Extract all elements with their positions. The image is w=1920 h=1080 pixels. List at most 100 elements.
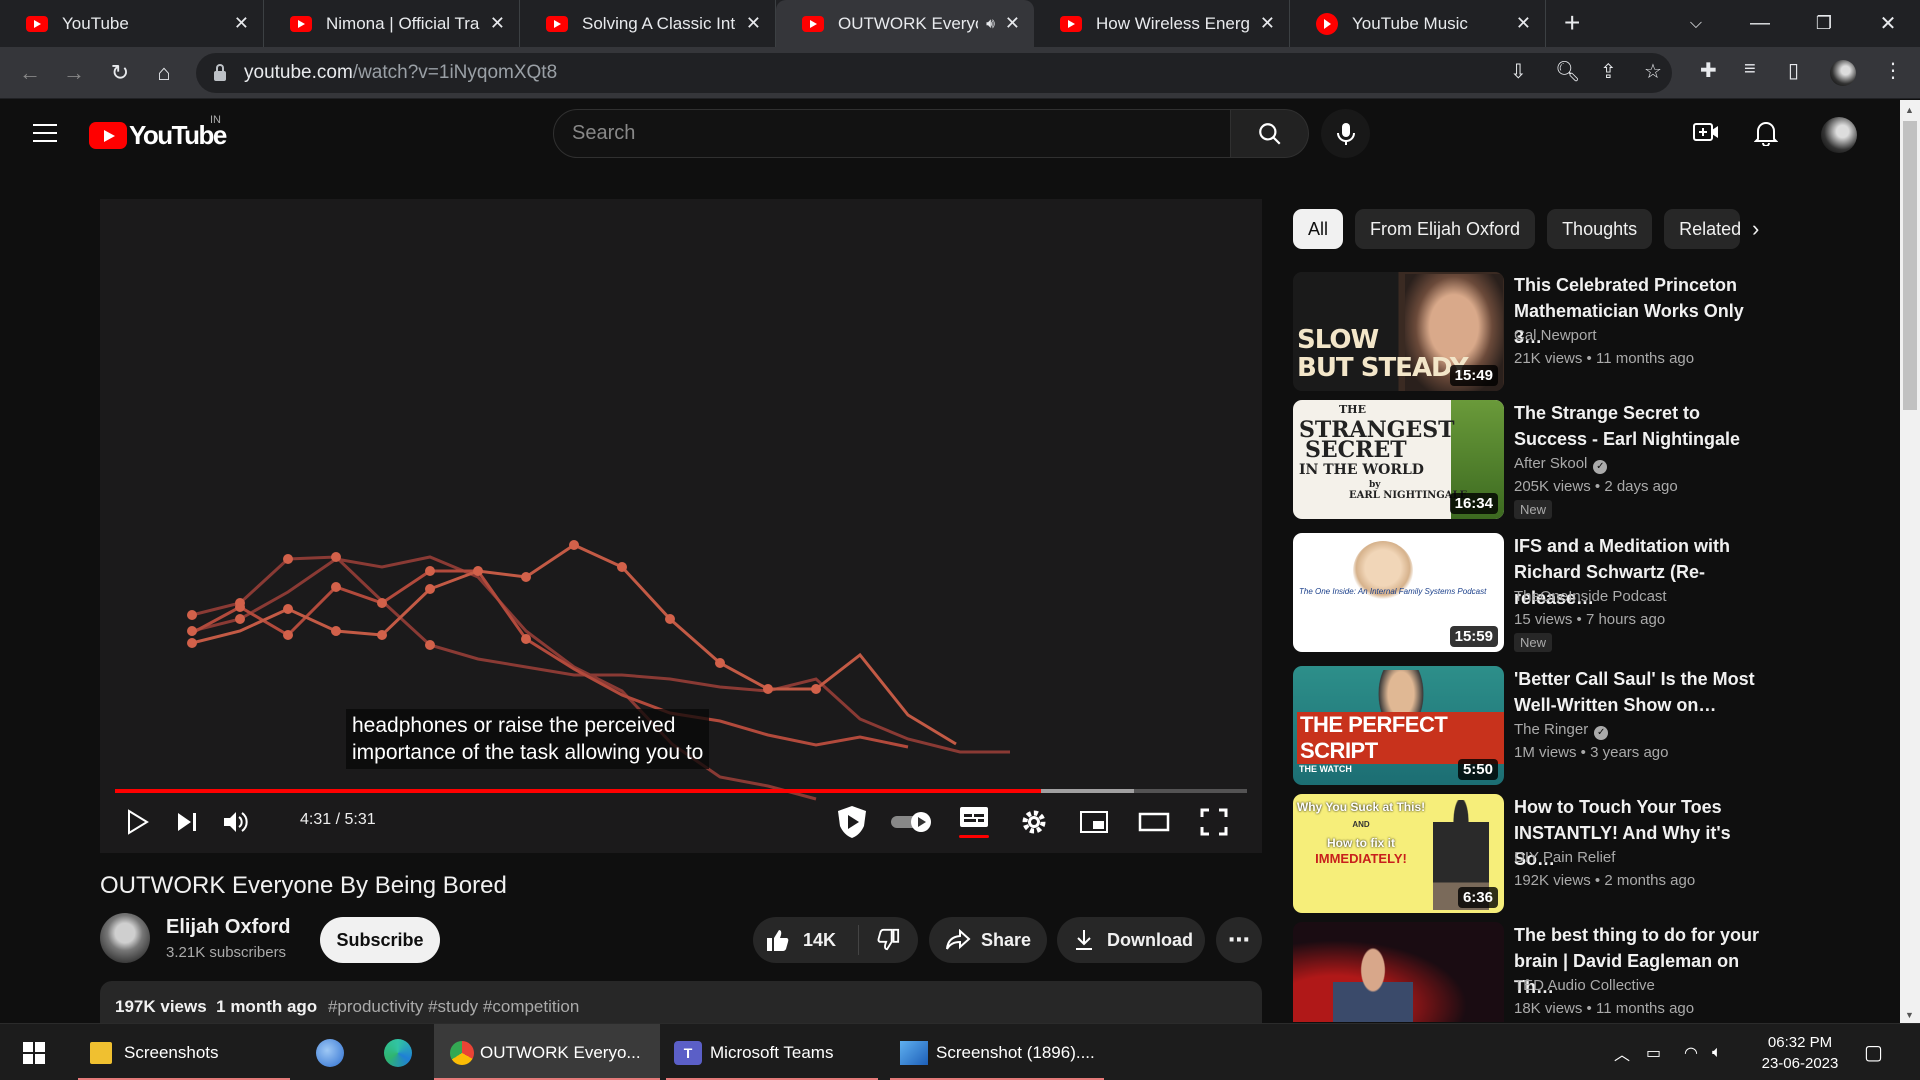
video-thumbnail[interactable]: THE PERFECT SCRIPT THE WATCH 5:50 [1293,666,1504,785]
settings-button[interactable] [1016,805,1052,839]
sponsor-shield-button[interactable] [832,805,872,839]
recommendation-title[interactable]: 'Better Call Saul' Is the Most Well-Writ… [1514,666,1774,718]
reload-icon[interactable]: ↻ [104,57,136,89]
more-actions-button[interactable]: ⋯ [1216,917,1262,963]
restore-button[interactable]: ❐ [1796,0,1852,47]
video-thumbnail[interactable]: The One Inside: An Internal Family Syste… [1293,533,1504,652]
wifi-icon[interactable]: ◠ [1684,1024,1698,1080]
hamburger-menu-icon[interactable] [33,124,57,148]
browser-tab[interactable]: YouTube ✕ [0,0,264,47]
side-panel-icon[interactable]: ▯ [1788,58,1799,83]
share-page-icon[interactable]: ⇪ [1600,59,1617,84]
battery-icon[interactable]: ▭ [1646,1024,1661,1080]
address-bar[interactable]: youtube.com/watch?v=1iNyqomXQt8 [196,53,1672,93]
install-app-icon[interactable]: ⇩ [1510,59,1527,84]
hashtags[interactable]: #productivity #study #competition [328,997,579,1016]
scroll-down-arrow-icon[interactable]: ▼ [1905,1010,1914,1020]
browser-tab[interactable]: How Wireless Energy F ✕ [1034,0,1290,47]
bookmark-star-icon[interactable]: ☆ [1644,59,1662,84]
close-tab-icon[interactable]: ✕ [490,13,505,34]
recommendation-item[interactable]: The best thing to do for your brain | Da… [1293,922,1813,1022]
next-button[interactable] [170,805,204,839]
minimize-button[interactable]: — [1732,0,1788,47]
chevron-right-icon[interactable]: › [1752,216,1759,242]
video-player[interactable]: headphones or raise the perceived import… [100,199,1262,853]
taskbar-app-photos[interactable]: Screenshot (1896).... [890,1024,1104,1080]
forward-arrow-icon[interactable]: → [58,57,90,89]
lock-icon[interactable] [214,64,226,81]
recommendation-channel[interactable]: DIY Pain Relief [1514,849,1615,866]
account-avatar[interactable] [1821,117,1857,153]
voice-search-button[interactable] [1321,109,1370,158]
share-button[interactable]: Share [929,917,1047,963]
browser-tab[interactable]: Solving A Classic Interv ✕ [520,0,776,47]
browser-tab[interactable]: Nimona | Official Traile ✕ [264,0,520,47]
recommendation-item[interactable]: The One Inside: An Internal Family Syste… [1293,533,1813,653]
close-tab-icon[interactable]: ✕ [1260,13,1275,34]
close-tab-icon[interactable]: ✕ [1005,13,1020,34]
download-button[interactable]: Download [1057,917,1205,963]
video-thumbnail[interactable]: THE STRANGEST SECRET IN THE WORLD by EAR… [1293,400,1504,519]
youtube-logo[interactable]: YouTube IN [89,114,227,151]
recommendation-channel[interactable]: Cal Newport [1514,327,1597,344]
recommendation-channel[interactable]: The Ringer ✓ [1514,721,1609,740]
tab-search-chevron-icon[interactable]: ⌵ [1668,0,1724,47]
taskbar-app-screenshots[interactable]: Screenshots [78,1024,290,1080]
recommendation-channel[interactable]: TheOneInside Podcast [1514,588,1667,605]
recommendation-item[interactable]: THE STRANGEST SECRET IN THE WORLD by EAR… [1293,400,1813,520]
scroll-up-arrow-icon[interactable]: ▲ [1905,105,1914,115]
home-icon[interactable]: ⌂ [148,57,180,89]
recommendation-channel[interactable]: TED Audio Collective [1514,977,1655,994]
volume-tray-icon[interactable]: 🔈︎ [1712,1024,1722,1080]
show-hidden-icons[interactable]: ︿ [1614,1024,1630,1080]
recommendation-item[interactable]: THE PERFECT SCRIPT THE WATCH 5:50 'Bette… [1293,666,1813,786]
start-button[interactable] [14,1024,54,1080]
close-tab-icon[interactable]: ✕ [1516,13,1531,34]
progress-bar[interactable] [115,789,1247,793]
subscribe-button[interactable]: Subscribe [320,917,440,963]
channel-avatar[interactable] [100,913,150,963]
search-input[interactable]: Search [553,109,1231,158]
autoplay-toggle[interactable] [888,805,936,839]
recommendation-channel[interactable]: After Skool ✓ [1514,455,1608,474]
search-button[interactable] [1231,109,1309,158]
clock[interactable]: 06:32 PM 23-06-2023 [1750,1024,1850,1080]
theater-mode-button[interactable] [1136,805,1172,839]
subtitles-button[interactable] [956,805,992,839]
browser-tab[interactable]: YouTube Music ✕ [1290,0,1546,47]
chip-from-channel[interactable]: From Elijah Oxford [1355,209,1536,249]
chip-all[interactable]: All [1293,209,1344,249]
taskbar-app-chrome[interactable]: OUTWORK Everyo... [434,1024,660,1080]
profile-avatar[interactable] [1830,60,1856,86]
scrollbar-thumb[interactable] [1903,121,1917,410]
browser-menu-icon[interactable]: ⋮ [1883,58,1903,83]
chip-thoughts[interactable]: Thoughts [1547,209,1653,249]
extensions-icon[interactable]: ✚ [1700,58,1717,83]
video-thumbnail[interactable] [1293,922,1504,1022]
miniplayer-button[interactable] [1076,805,1112,839]
create-video-icon[interactable] [1692,120,1720,151]
media-control-icon[interactable]: ≡ [1744,58,1756,81]
video-thumbnail[interactable]: SLOW BUT STEADY 15:49 [1293,272,1504,391]
recommendation-item[interactable]: Why You Suck at This! AND How to fix it … [1293,794,1813,914]
video-description[interactable]: 197K views 1 month ago #productivity #st… [100,981,1262,1026]
play-button[interactable] [120,805,154,839]
speaker-icon[interactable]: 🔊︎ [986,15,995,32]
dislike-button[interactable] [859,928,917,952]
video-thumbnail[interactable]: Why You Suck at This! AND How to fix it … [1293,794,1504,913]
back-arrow-icon[interactable]: ← [14,57,46,89]
close-tab-icon[interactable]: ✕ [234,13,249,34]
close-window-button[interactable]: ✕ [1860,0,1916,47]
recommendation-title[interactable]: The Strange Secret to Success - Earl Nig… [1514,400,1774,452]
new-tab-button[interactable]: + [1546,0,1598,47]
browser-tab-active[interactable]: OUTWORK Everyo 🔊︎ ✕ [776,0,1034,47]
channel-name[interactable]: Elijah Oxford [166,916,290,939]
volume-button[interactable] [218,805,252,839]
fullscreen-button[interactable] [1196,805,1232,839]
notification-center-icon[interactable]: ▢ [1864,1024,1883,1080]
close-tab-icon[interactable]: ✕ [746,13,761,34]
like-button[interactable]: 14K [753,925,859,955]
taskbar-app-outlook[interactable] [310,1024,350,1080]
taskbar-app-teams[interactable]: T Microsoft Teams [666,1024,878,1080]
recommendation-item[interactable]: SLOW BUT STEADY 15:49 This Celebrated Pr… [1293,272,1813,392]
